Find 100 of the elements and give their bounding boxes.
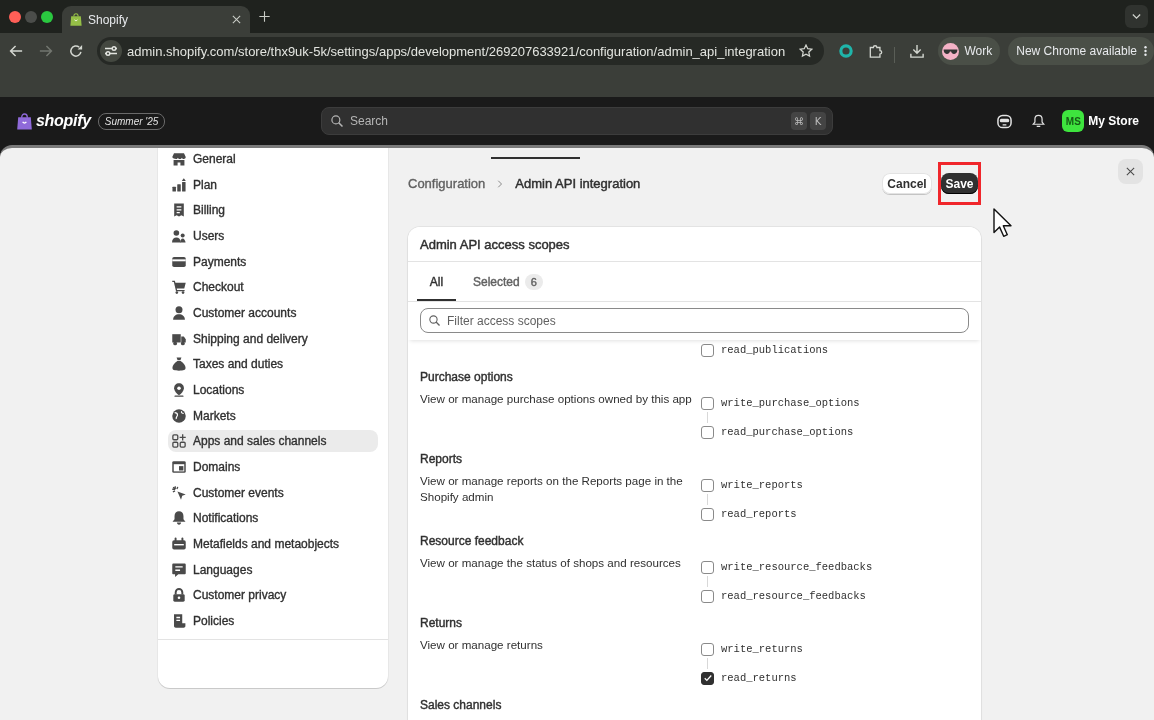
checkbox[interactable] <box>701 560 714 574</box>
connector-line <box>707 494 708 505</box>
calendar-icon <box>172 536 186 551</box>
shortcut-key: ⌘ <box>791 112 807 130</box>
sidebar-item[interactable]: Shipping and delivery <box>168 327 378 350</box>
receipt-icon <box>172 203 186 218</box>
store-name[interactable]: My Store <box>1088 114 1139 128</box>
search-icon <box>331 115 343 127</box>
group-title: Purchase options <box>420 369 513 385</box>
checkbox[interactable] <box>701 425 714 439</box>
checkbox[interactable] <box>701 396 714 410</box>
map-pin-icon <box>172 382 186 397</box>
cart-icon <box>172 280 186 295</box>
close-button[interactable] <box>1118 159 1143 184</box>
shortcut-key: K <box>810 112 826 130</box>
sidebar-item[interactable]: Plan <box>168 173 378 196</box>
tab-list-button[interactable] <box>1125 5 1148 28</box>
sidebar-item[interactable]: Users <box>168 224 378 247</box>
save-button[interactable]: Save <box>941 173 978 194</box>
sidebar-item[interactable]: Markets <box>168 404 378 427</box>
sidebar-item[interactable]: Domains <box>168 455 378 478</box>
card-title: Admin API access scopes <box>420 236 570 252</box>
checkbox[interactable] <box>701 671 714 685</box>
back-arrow-icon[interactable] <box>9 44 23 58</box>
filter-field[interactable]: Filter access scopes <box>420 308 969 333</box>
sidebar-item[interactable]: Customer events <box>168 481 378 504</box>
search-icon <box>429 315 440 326</box>
sidebar-item[interactable]: Checkout <box>168 276 378 299</box>
reload-icon[interactable] <box>69 44 83 58</box>
checkbox[interactable] <box>701 507 714 521</box>
lock-icon <box>172 588 186 603</box>
brand-name[interactable]: shopify <box>36 112 91 130</box>
sidebar-item[interactable]: Languages <box>168 558 378 581</box>
group-description: View or manage purchase options owned by this app <box>420 391 693 407</box>
bell-icon[interactable] <box>1032 114 1046 128</box>
plus-icon[interactable] <box>259 11 270 22</box>
sidebar-item[interactable]: Customer accounts <box>168 301 378 324</box>
group-title: Sales channels <box>420 697 502 713</box>
edition-badge: Summer '25 <box>97 112 166 130</box>
group-title: Resource feedback <box>420 533 524 549</box>
group-description: View or manage reports on the Reports page in the Shopify admin <box>420 473 684 505</box>
connector-line <box>707 412 708 423</box>
sidebar-item[interactable]: Taxes and duties <box>168 353 378 376</box>
globe-icon <box>172 408 186 423</box>
speech-bubble-icon <box>172 562 186 577</box>
count-badge: 6 <box>524 273 543 290</box>
scope-name: write_returns <box>721 643 803 655</box>
sunglasses-avatar-icon <box>942 42 960 60</box>
cancel-button[interactable]: Cancel <box>882 173 932 194</box>
checkbox[interactable] <box>701 343 714 357</box>
breadcrumb-link[interactable]: Configuration <box>408 176 486 191</box>
connector-line <box>707 576 708 587</box>
sidebar-item[interactable]: Customer privacy <box>168 584 378 607</box>
group-title: Reports <box>420 451 463 467</box>
tab[interactable]: All <box>417 262 456 301</box>
person-icon <box>172 305 186 320</box>
profile-button[interactable]: Work <box>938 37 1001 65</box>
checkmark-icon <box>703 674 712 682</box>
scope-name: read_reports <box>721 508 797 520</box>
download-icon[interactable] <box>910 44 925 58</box>
truck-icon <box>172 331 186 346</box>
group-title: Returns <box>420 615 463 631</box>
sidebar-item[interactable]: Locations <box>168 378 378 401</box>
ring-icon[interactable] <box>839 44 854 58</box>
sidebar-item[interactable]: Billing <box>168 199 378 222</box>
checkbox[interactable] <box>701 642 714 656</box>
checkbox[interactable] <box>701 589 714 603</box>
tune-icon[interactable] <box>100 40 122 62</box>
sidebar-item[interactable]: Payments <box>168 250 378 273</box>
puzzle-piece-icon[interactable] <box>869 44 884 58</box>
robot-icon[interactable] <box>997 113 1013 129</box>
connector-line <box>707 658 708 669</box>
sidebar-item[interactable]: Apps and sales channels <box>168 430 378 453</box>
scope-name: read_purchase_options <box>721 426 854 438</box>
bar-chart-icon <box>172 177 186 192</box>
scope-name: write_purchase_options <box>721 397 860 409</box>
address-bar[interactable]: admin.shopify.com/store/thx9uk-5k/settings/apps/development/269207633921/configuration/admin_api_integration <box>97 37 825 65</box>
bell-icon <box>172 511 186 526</box>
apps-grid-icon <box>172 434 186 449</box>
star-icon[interactable] <box>799 44 814 58</box>
window-maximize-button[interactable] <box>41 10 53 23</box>
chevron-right-icon <box>496 179 505 188</box>
store-avatar[interactable]: MS <box>1062 110 1085 132</box>
money-bag-icon <box>172 357 186 372</box>
scope-name: read_publications <box>721 344 829 356</box>
checkbox[interactable] <box>701 478 714 492</box>
sidebar-item[interactable]: Metafields and metaobjects <box>168 532 378 555</box>
more-icon <box>1144 45 1147 57</box>
update-button[interactable]: New Chrome available <box>1008 37 1154 65</box>
sidebar-item[interactable]: Policies <box>168 609 378 632</box>
credit-card-icon <box>172 254 186 269</box>
users-icon <box>172 228 186 243</box>
page-title: Admin API integration <box>515 176 641 191</box>
scope-name: read_returns <box>721 672 797 684</box>
close-icon[interactable] <box>232 15 241 24</box>
sidebar-item[interactable]: General <box>168 148 378 170</box>
browser-tab[interactable]: Shopify <box>62 6 250 33</box>
tab[interactable]: Selected 6 <box>464 262 552 301</box>
window-close-button[interactable] <box>9 10 21 23</box>
sidebar-item[interactable]: Notifications <box>168 507 378 530</box>
